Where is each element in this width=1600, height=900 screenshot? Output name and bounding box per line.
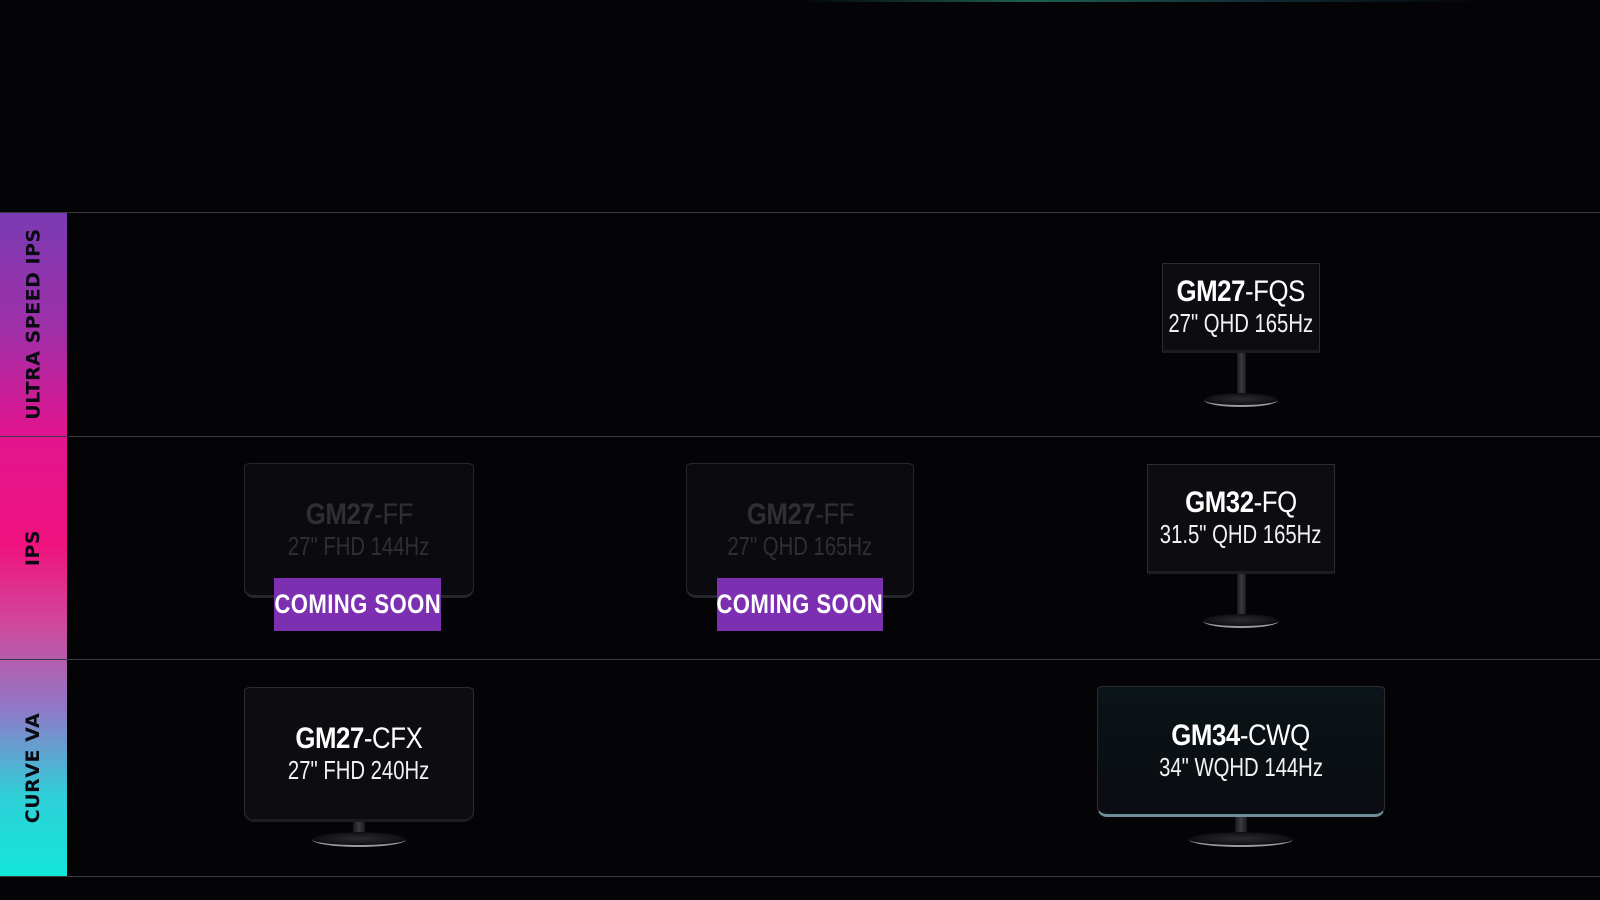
monitor-stand-base	[1189, 832, 1293, 847]
product-model: GM27-FF	[305, 497, 413, 531]
row-divider	[0, 876, 1600, 877]
product-spec: 31.5" QHD 165Hz	[1160, 519, 1322, 549]
monitor-stand-neck	[1237, 574, 1246, 618]
row-label-text: ULTRA SPEED IPS	[22, 228, 45, 420]
row-divider	[0, 436, 1600, 437]
coming-soon-badge: COMING SOON	[274, 578, 441, 631]
monitor-stand-base	[1203, 614, 1279, 628]
top-accent-line	[800, 0, 1480, 2]
product-model: GM27-FF	[746, 497, 854, 531]
product-model: GM27-FQS	[1176, 275, 1306, 308]
row-label-curve-va: CURVE VA	[0, 660, 67, 876]
product-model: GM27-CFX	[295, 721, 423, 755]
monitor-icon: GM32-FQ 31.5" QHD 165Hz	[1147, 464, 1335, 574]
product-card-gm27-cfx[interactable]: GM27-CFX 27" FHD 240Hz	[244, 687, 474, 852]
product-spec: 27" FHD 240Hz	[288, 754, 430, 785]
monitor-icon: GM27-FQS 27" QHD 165Hz	[1162, 263, 1320, 353]
product-card-gm34-cwq[interactable]: GM34-CWQ 34" WQHD 144Hz	[1097, 686, 1385, 854]
row-label-text: CURVE VA	[22, 712, 45, 824]
product-model: GM34-CWQ	[1171, 718, 1311, 752]
monitor-stand-base	[312, 832, 406, 847]
monitor-stand-base	[1204, 393, 1278, 407]
row-label-ultra-speed-ips: ULTRA SPEED IPS	[0, 212, 67, 436]
product-spec: 27" QHD 165Hz	[727, 530, 873, 561]
product-card-gm32-fq[interactable]: GM32-FQ 31.5" QHD 165Hz	[1147, 464, 1335, 634]
monitor-icon: GM34-CWQ 34" WQHD 144Hz	[1097, 686, 1385, 817]
product-spec: 27" FHD 144Hz	[288, 530, 430, 561]
row-label-text: IPS	[22, 529, 45, 567]
coming-soon-badge: COMING SOON	[717, 578, 883, 631]
product-spec: 34" WQHD 144Hz	[1159, 751, 1323, 782]
row-divider	[0, 659, 1600, 660]
product-spec: 27" QHD 165Hz	[1168, 308, 1314, 338]
row-divider	[0, 212, 1600, 213]
monitor-stand-neck	[1237, 353, 1246, 397]
product-model: GM32-FQ	[1185, 486, 1297, 519]
monitor-lineup-page: ULTRA SPEED IPS IPS CURVE VA GM27-FQS 27…	[0, 0, 1600, 900]
row-label-ips: IPS	[0, 436, 67, 660]
product-card-gm27-fqs[interactable]: GM27-FQS 27" QHD 165Hz	[1162, 263, 1320, 411]
monitor-icon: GM27-CFX 27" FHD 240Hz	[244, 687, 474, 822]
